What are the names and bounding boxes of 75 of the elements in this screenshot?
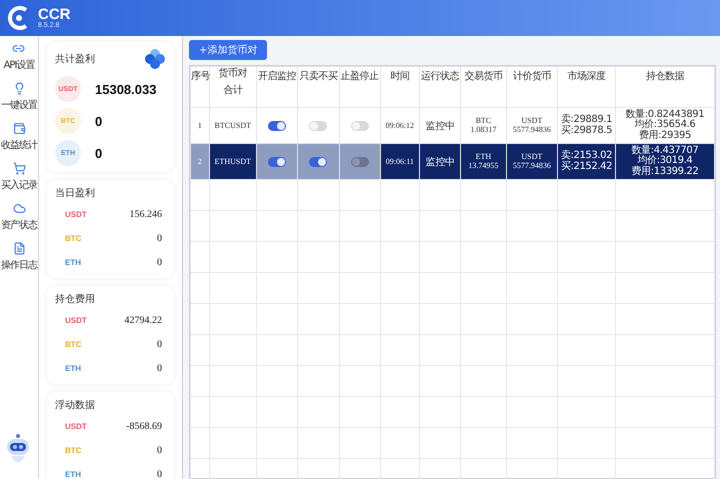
pair-cell: ETHUSDT (214, 157, 251, 166)
status-cell: 监控中 (426, 120, 454, 132)
trade-currency-text: BTC (476, 117, 492, 126)
stat-value: -8568.69 (126, 420, 162, 432)
row-index: 2 (198, 157, 202, 166)
sidebar-item[interactable]: 一键设置 (1, 82, 37, 112)
trade-currency-text: 13.74955 (468, 162, 498, 170)
card-title: 浮动数据 (55, 398, 96, 412)
toggle-switch[interactable] (309, 120, 328, 130)
cloud-icon (12, 202, 26, 215)
quote-currency-text: 5577.94836 (512, 126, 551, 134)
toggle-switch[interactable] (350, 120, 369, 130)
document-icon (12, 242, 26, 255)
sidebar-item[interactable]: API设置 (4, 42, 34, 72)
coin-symbol: USDT (65, 316, 87, 324)
stat-value: 0 (157, 338, 162, 350)
column-header: 序号 (190, 66, 210, 108)
row-index: 1 (198, 121, 202, 130)
trade-currency-text: ETH (476, 153, 492, 162)
stat-value: 0 (157, 444, 162, 456)
card-title: 当日盈利 (55, 186, 96, 200)
quote-currency-text: 5577.94836 (512, 162, 551, 170)
table-row[interactable]: 1 BTCUSDT 09:06:12 监控中 BTC 1.08317 USDT 5577.94836 卖:29889.1 买:29878.5 数量:0.82443891 均价:35654.6 费用:29395 (190, 108, 714, 144)
quote-currency-text: USDT (521, 153, 542, 162)
stat-value: 0 (157, 256, 162, 268)
stat-value: 0 (157, 232, 162, 244)
app-name: CCR (38, 7, 70, 22)
stat-value: 42794.22 (124, 314, 162, 326)
toggle-switch[interactable] (268, 120, 286, 130)
depth-text: 买:2152.42 (560, 162, 612, 172)
stat-value: 0 (157, 468, 162, 479)
card-title: 共计盈利 (55, 52, 95, 66)
holdings-text: 均价:3019.4 (638, 156, 692, 166)
holdings-text: 均价:35654.6 (634, 120, 696, 130)
holdings-text: 数量:0.82443891 (626, 110, 704, 120)
coin-value: 0 (95, 146, 102, 160)
time-cell: 09:06:11 (386, 157, 414, 166)
coin-symbol: ETH (65, 258, 81, 266)
sidebar-item[interactable]: 收益统计 (1, 122, 37, 152)
coin-symbol: USDT (65, 422, 87, 430)
card-title: 持仓费用 (55, 292, 96, 306)
toggle-switch[interactable] (309, 156, 328, 166)
table-row[interactable]: 2 ETHUSDT 09:06:11 监控中 ETH 13.74955 USDT 5577.94836 卖:2153.02 买:2152.42 数量:4.437707 均价:3019.4 费用:13399.22 (190, 144, 714, 180)
holdings-text: 费用:13399.22 (632, 166, 698, 178)
coin-symbol: BTC (65, 340, 82, 348)
stat-value: 0 (157, 362, 162, 374)
lightbulb-icon (12, 82, 26, 95)
toggle-switch[interactable] (350, 156, 369, 166)
coin-symbol: USDT (65, 210, 87, 218)
holdings-text: 费用:29395 (638, 130, 691, 142)
coin-symbol: ETH (65, 364, 81, 372)
status-cell: 监控中 (426, 156, 454, 168)
pair-cell: BTCUSDT (214, 121, 251, 130)
depth-text: 卖:29889.1 (560, 115, 612, 125)
sidebar-item[interactable]: 资产状态 (1, 202, 37, 232)
circles-icon (144, 48, 166, 70)
holdings-text: 数量:4.437707 (632, 146, 698, 156)
depth-text: 卖:2153.02 (560, 151, 612, 161)
sidebar-item[interactable]: 买入记录 (1, 162, 37, 192)
wallet-icon (12, 122, 26, 135)
add-pair-button[interactable]: +添加货币对 (189, 40, 268, 60)
total-label: 合计 (223, 86, 242, 96)
coin-symbol: BTC (65, 446, 82, 454)
coin-symbol: ETH (65, 470, 81, 478)
stat-value: 156.246 (130, 208, 162, 220)
trade-currency-text: 1.08317 (470, 126, 496, 134)
coin-symbol: BTC (65, 234, 82, 242)
toggle-switch[interactable] (268, 156, 286, 166)
cart-icon (12, 162, 26, 175)
depth-text: 买:29878.5 (560, 126, 612, 136)
quote-currency-text: USDT (521, 117, 542, 126)
sidebar-item[interactable]: 操作日志 (1, 242, 37, 272)
time-cell: 09:06:12 (386, 121, 414, 130)
coin-value: 0 (95, 114, 102, 128)
coin-value: 15308.033 (95, 82, 156, 96)
